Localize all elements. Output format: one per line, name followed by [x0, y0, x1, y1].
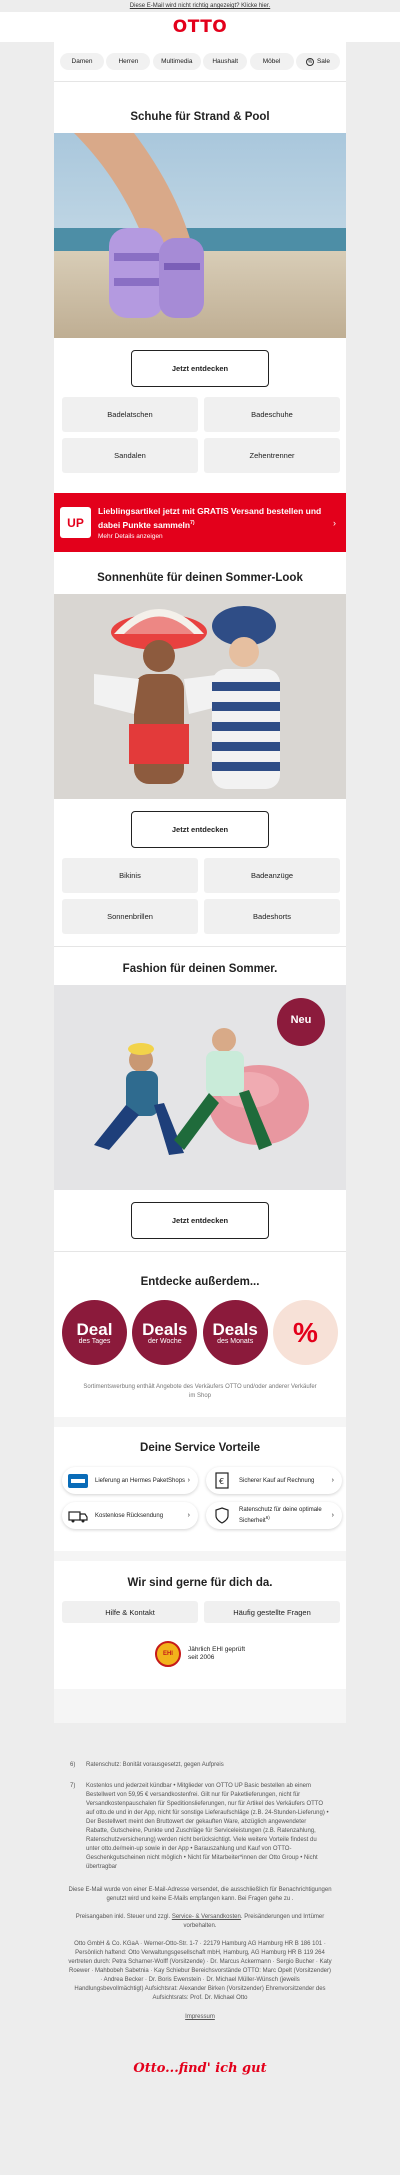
- cta-shoes[interactable]: Jetzt entdecken: [131, 350, 269, 387]
- svg-text:€: €: [219, 1477, 224, 1486]
- shoes-category-grid: Badelatschen Badeschuhe Sandalen Zehentr…: [54, 397, 346, 473]
- service-ratenschutz[interactable]: Ratenschutz für deine optimale Sicherhei…: [206, 1502, 342, 1529]
- footnote-7: 7) Kostenlos und jederzeit kündbar • Mit…: [70, 1783, 329, 1870]
- tile-badelatschen[interactable]: Badelatschen: [62, 397, 198, 432]
- top-note[interactable]: Diese E-Mail wird nicht richtig angezeig…: [0, 0, 400, 12]
- shipping-costs-link[interactable]: Service- & Versandkosten: [172, 1914, 241, 1920]
- nav-item-haushalt[interactable]: Haushalt: [203, 53, 248, 70]
- logo-bar: OTTO: [0, 12, 400, 42]
- deal-of-month-circle[interactable]: Deals des Monats: [202, 1300, 268, 1365]
- tile-sandalen[interactable]: Sandalen: [62, 438, 198, 473]
- up-banner[interactable]: UP Lieblingsartikel jetzt mit GRATIS Ver…: [54, 493, 346, 552]
- impressum-link[interactable]: Impressum: [54, 2013, 346, 2022]
- category-nav: Damen Herren Multimedia Haushalt Möbel %…: [54, 42, 346, 82]
- sale-percent-circle[interactable]: %: [272, 1300, 338, 1365]
- service-hermes[interactable]: Lieferung an Hermes PaketShops ›: [62, 1467, 198, 1494]
- chevron-right-icon: ›: [331, 1477, 334, 1484]
- section-title-fashion: Fashion für deinen Sommer.: [122, 963, 278, 975]
- service-ratenschutz-label: Ratenschutz für deine optimale Sicherhei…: [239, 1507, 322, 1524]
- section-title-shoes: Schuhe für Strand & Pool: [130, 111, 270, 123]
- tile-bikinis[interactable]: Bikinis: [62, 858, 198, 893]
- deal-of-week-circle[interactable]: Deals der Woche: [132, 1300, 198, 1365]
- nav-item-multimedia[interactable]: Multimedia: [152, 53, 201, 70]
- swimwear-category-grid: Bikinis Badeanzüge Sonnenbrillen Badesho…: [54, 858, 346, 934]
- deal-day-small: des Tages: [78, 1337, 111, 1345]
- footer: 6) Ratenschutz: Bonität vorausgesetzt, g…: [54, 1723, 346, 2113]
- nav-sale-label: Sale: [316, 58, 330, 65]
- tile-badeshorts[interactable]: Badeshorts: [204, 899, 340, 934]
- deals-row: Deal des Tages Deals der Woche Deals des…: [54, 1300, 346, 1365]
- nav-item-herren[interactable]: Herren: [106, 53, 151, 70]
- price-info: Preisangaben inkl. Steuer und zzgl. Serv…: [75, 1914, 325, 1929]
- tile-badeanzuege[interactable]: Badeanzüge: [204, 858, 340, 893]
- tile-badeschuhe[interactable]: Badeschuhe: [204, 397, 340, 432]
- section-title-discover: Entdecke außerdem...: [140, 1276, 260, 1288]
- nav-item-moebel[interactable]: Möbel: [249, 53, 294, 70]
- deal-month-big: Deals: [212, 1319, 258, 1339]
- service-return[interactable]: Kostenlose Rücksendung ›: [62, 1502, 198, 1529]
- cta-hats[interactable]: Jetzt entdecken: [131, 811, 269, 848]
- section-title-service: Deine Service Vorteile: [140, 1442, 260, 1454]
- cta-fashion[interactable]: Jetzt entdecken: [131, 1202, 269, 1239]
- otto-signature: Otto...find' ich gut: [133, 2061, 267, 2076]
- section-title-help: Wir sind gerne für dich da.: [127, 1577, 273, 1589]
- email-body: Damen Herren Multimedia Haushalt Möbel %…: [54, 42, 346, 1723]
- company-info: Otto GmbH & Co. KGaA · Werner-Otto-Str. …: [68, 1941, 332, 2001]
- deal-week-small: der Woche: [147, 1337, 182, 1345]
- invoice-icon: €: [212, 1472, 232, 1489]
- ehi-certificate[interactable]: EHI Jährlich EHI geprüft seit 2006: [54, 1641, 346, 1667]
- hermes-icon: [68, 1472, 88, 1489]
- help-grid: Hilfe & Kontakt Häufig gestellte Fragen: [54, 1601, 346, 1623]
- service-return-label: Kostenlose Rücksendung: [95, 1512, 164, 1519]
- tile-sonnenbrillen[interactable]: Sonnenbrillen: [62, 899, 198, 934]
- deal-of-day-circle[interactable]: Deal des Tages: [62, 1300, 127, 1365]
- hero-image-sunhats[interactable]: [54, 594, 346, 799]
- chevron-right-icon: ›: [187, 1512, 190, 1519]
- deal-month-small: des Monats: [217, 1337, 254, 1345]
- otto-logo[interactable]: OTTO: [173, 17, 228, 37]
- sale-percent-icon: %: [305, 57, 314, 66]
- banner-details-link[interactable]: Mehr Details anzeigen: [98, 533, 333, 540]
- deal-day-big: Deal: [76, 1319, 113, 1339]
- chevron-right-icon: ›: [333, 517, 336, 528]
- deal-week-big: Deals: [142, 1319, 188, 1339]
- chevron-right-icon: ›: [331, 1512, 334, 1519]
- up-badge: UP: [60, 507, 91, 538]
- assortment-note: Sortimentswerbung enthält Angebote des V…: [83, 1384, 317, 1399]
- footnote-6: 6) Ratenschutz: Bonität vorausgesetzt, g…: [70, 1762, 224, 1768]
- ehi-seal-icon: EHI: [154, 1641, 181, 1667]
- email-info: Diese E-Mail wurde von einer E-Mail-Adre…: [68, 1887, 332, 1902]
- return-truck-icon: [68, 1507, 88, 1524]
- section-title-hats: Sonnenhüte für deinen Sommer-Look: [97, 572, 303, 584]
- service-invoice-label: Sicherer Kauf auf Rechnung: [239, 1477, 315, 1484]
- tile-zehentrenner[interactable]: Zehentrenner: [204, 438, 340, 473]
- banner-title: Lieblingsartikel jetzt mit GRATIS Versan…: [98, 506, 322, 530]
- nav-item-damen[interactable]: Damen: [60, 53, 104, 70]
- ehi-text-line1: Jährlich EHI geprüft: [187, 1646, 246, 1653]
- shield-icon: [212, 1507, 232, 1524]
- ehi-text-line2: seit 2006: [187, 1654, 215, 1661]
- chevron-right-icon: ›: [187, 1477, 190, 1484]
- nav-item-sale[interactable]: % Sale: [295, 53, 340, 70]
- service-invoice[interactable]: € Sicherer Kauf auf Rechnung ›: [206, 1467, 342, 1494]
- percent-icon: %: [293, 1316, 318, 1348]
- service-grid: Lieferung an Hermes PaketShops › € Siche…: [54, 1467, 346, 1529]
- tile-faq[interactable]: Häufig gestellte Fragen: [204, 1601, 340, 1623]
- tile-hilfe-kontakt[interactable]: Hilfe & Kontakt: [62, 1601, 198, 1623]
- hero-image-sandals[interactable]: [54, 133, 346, 338]
- service-hermes-label: Lieferung an Hermes PaketShops: [95, 1477, 186, 1484]
